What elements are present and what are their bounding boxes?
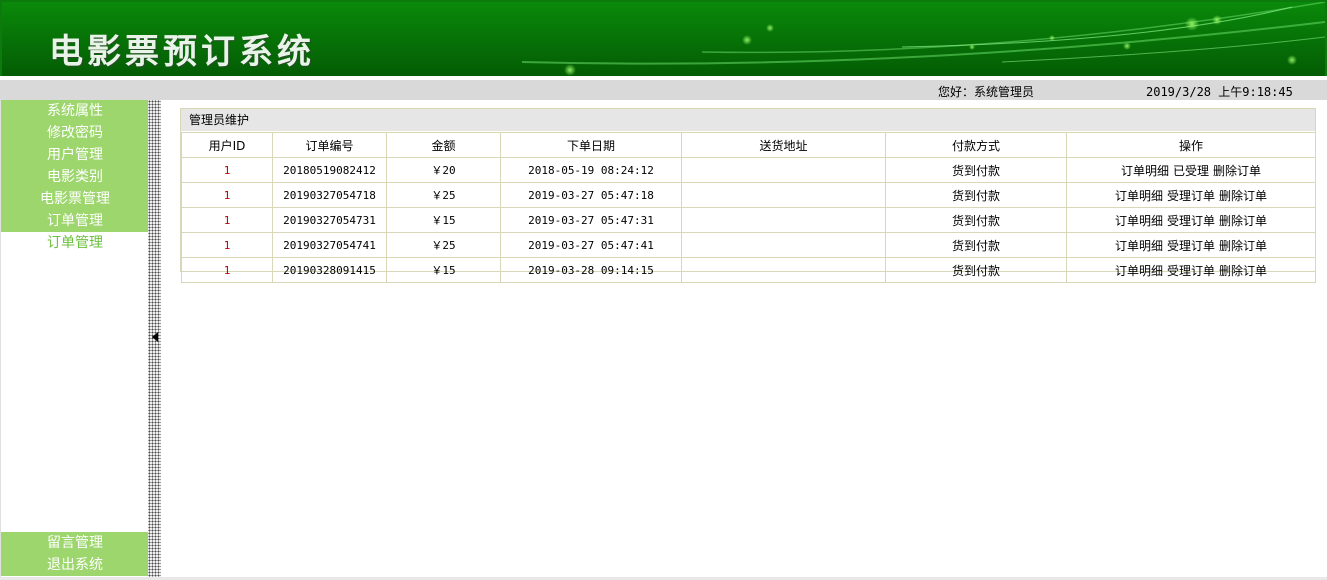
sidebar: 系统属性 修改密码 用户管理 电影类别 电影票管理 订单管理 订单管理 留言管理… xyxy=(0,100,149,578)
sidebar-item-movie-categories[interactable]: 电影类别 xyxy=(1,166,149,188)
table-row: 1 20190327054741 ￥25 2019-03-27 05:47:41… xyxy=(181,232,1316,258)
info-bar: 您好：系统管理员 2019/3/28 上午9:18:45 xyxy=(0,80,1327,100)
cell-actions: 订单明细 受理订单 删除订单 xyxy=(1066,257,1316,283)
cell-address xyxy=(681,257,886,283)
cell-address xyxy=(681,157,886,183)
delete-order-link[interactable]: 删除订单 xyxy=(1213,164,1261,178)
delete-order-link[interactable]: 删除订单 xyxy=(1219,264,1267,278)
delete-order-link[interactable]: 删除订单 xyxy=(1219,214,1267,228)
accept-order-link[interactable]: 受理订单 xyxy=(1167,264,1215,278)
order-detail-link[interactable]: 订单明细 xyxy=(1115,189,1163,203)
column-header-order-date: 下单日期 xyxy=(500,132,682,158)
accept-order-link[interactable]: 受理订单 xyxy=(1167,214,1215,228)
table-row: 1 20190327054718 ￥25 2019-03-27 05:47:18… xyxy=(181,182,1316,208)
column-header-user-id: 用户ID xyxy=(181,132,273,158)
delete-order-link[interactable]: 删除订单 xyxy=(1219,239,1267,253)
column-header-order-no: 订单编号 xyxy=(272,132,387,158)
sidebar-item-order-management[interactable]: 订单管理 xyxy=(1,210,149,232)
sidebar-item-user-management[interactable]: 用户管理 xyxy=(1,144,149,166)
cell-payment: 货到付款 xyxy=(885,232,1067,258)
orders-table: 用户ID 订单编号 金额 下单日期 送货地址 付款方式 操作 1 2018051… xyxy=(181,132,1316,283)
cell-amount: ￥15 xyxy=(386,207,501,233)
order-detail-link[interactable]: 订单明细 xyxy=(1115,239,1163,253)
collapse-left-arrow-icon[interactable] xyxy=(152,332,158,342)
column-header-address: 送货地址 xyxy=(681,132,886,158)
cell-order-date: 2019-03-27 05:47:18 xyxy=(500,182,682,208)
delete-order-link[interactable]: 删除订单 xyxy=(1219,189,1267,203)
column-header-actions: 操作 xyxy=(1066,132,1316,158)
column-header-amount: 金额 xyxy=(386,132,501,158)
cell-order-date: 2019-03-27 05:47:41 xyxy=(500,232,682,258)
cell-payment: 货到付款 xyxy=(885,182,1067,208)
cell-address xyxy=(681,232,886,258)
cell-user-id: 1 xyxy=(181,232,273,258)
cell-user-id: 1 xyxy=(181,157,273,183)
table-header-row: 用户ID 订单编号 金额 下单日期 送货地址 付款方式 操作 xyxy=(181,132,1316,158)
cell-amount: ￥25 xyxy=(386,182,501,208)
cell-user-id: 1 xyxy=(181,207,273,233)
cell-user-id: 1 xyxy=(181,182,273,208)
banner-background: 电影票预订系统 xyxy=(2,2,1325,76)
current-datetime: 2019/3/28 上午9:18:45 xyxy=(1146,85,1293,99)
cell-address xyxy=(681,182,886,208)
accept-order-link[interactable]: 受理订单 xyxy=(1167,239,1215,253)
cell-actions: 订单明细 受理订单 删除订单 xyxy=(1066,207,1316,233)
cell-actions: 订单明细 已受理 删除订单 xyxy=(1066,157,1316,183)
greeting-text: 您好：系统管理员 xyxy=(938,85,1035,99)
sidebar-item-logout[interactable]: 退出系统 xyxy=(1,554,149,576)
admin-panel: 管理员维护 用户ID 订单编号 金额 下单日期 送货地址 付款方式 操作 1 2… xyxy=(180,108,1316,283)
table-row: 1 20190328091415 ￥15 2019-03-28 09:14:15… xyxy=(181,257,1316,283)
cell-order-date: 2018-05-19 08:24:12 xyxy=(500,157,682,183)
sidebar-item-system-properties[interactable]: 系统属性 xyxy=(1,100,149,122)
sidebar-item-change-password[interactable]: 修改密码 xyxy=(1,122,149,144)
order-detail-link[interactable]: 订单明细 xyxy=(1115,214,1163,228)
cell-payment: 货到付款 xyxy=(885,257,1067,283)
panel-title: 管理员维护 xyxy=(181,109,1315,131)
app-title: 电影票预订系统 xyxy=(49,32,315,72)
table-row: 1 20190327054731 ￥15 2019-03-27 05:47:31… xyxy=(181,207,1316,233)
accept-order-link[interactable]: 受理订单 xyxy=(1167,189,1215,203)
cell-order-no: 20190327054741 xyxy=(272,232,387,258)
header-banner: 电影票预订系统 xyxy=(0,0,1327,80)
cell-payment: 货到付款 xyxy=(885,207,1067,233)
cell-amount: ￥20 xyxy=(386,157,501,183)
sidebar-item-ticket-management[interactable]: 电影票管理 xyxy=(1,188,149,210)
cell-order-no: 20190328091415 xyxy=(272,257,387,283)
cell-order-date: 2019-03-28 09:14:15 xyxy=(500,257,682,283)
cell-payment: 货到付款 xyxy=(885,157,1067,183)
cell-actions: 订单明细 受理订单 删除订单 xyxy=(1066,182,1316,208)
cell-order-date: 2019-03-27 05:47:31 xyxy=(500,207,682,233)
cell-address xyxy=(681,207,886,233)
cell-order-no: 20190327054718 xyxy=(272,182,387,208)
table-row: 1 20180519082412 ￥20 2018-05-19 08:24:12… xyxy=(181,157,1316,183)
cell-actions: 订单明细 受理订单 删除订单 xyxy=(1066,232,1316,258)
cell-order-no: 20190327054731 xyxy=(272,207,387,233)
sidebar-subitem-order-management[interactable]: 订单管理 xyxy=(1,232,149,254)
cell-amount: ￥25 xyxy=(386,232,501,258)
order-detail-link[interactable]: 订单明细 xyxy=(1121,164,1169,178)
sidebar-item-message-management[interactable]: 留言管理 xyxy=(1,532,149,554)
cell-user-id: 1 xyxy=(181,257,273,283)
cell-amount: ￥15 xyxy=(386,257,501,283)
accepted-status-link[interactable]: 已受理 xyxy=(1173,164,1209,178)
column-header-payment: 付款方式 xyxy=(885,132,1067,158)
order-detail-link[interactable]: 订单明细 xyxy=(1115,264,1163,278)
cell-order-no: 20180519082412 xyxy=(272,157,387,183)
